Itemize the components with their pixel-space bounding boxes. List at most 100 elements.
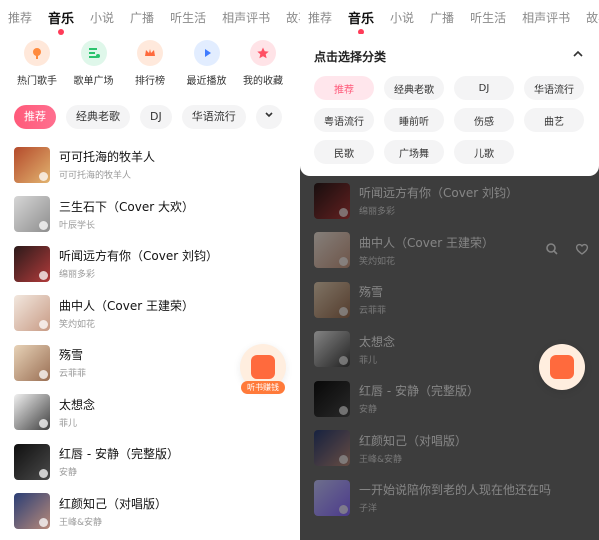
album-cover: [14, 443, 50, 480]
play-icon: [193, 40, 220, 66]
category-chip[interactable]: 儿歌: [454, 140, 514, 164]
quick-links: 热门歌手 歌单广场 排行榜 最近播放 我的收藏: [0, 40, 300, 96]
red-envelope-icon: [251, 355, 275, 379]
list-item[interactable]: 听闻远方有你（Cover 刘钧） 绵丽多彩: [0, 239, 300, 289]
song-artist: 叶辰学长: [59, 220, 96, 231]
list-item[interactable]: 红颜知己（对唱版） 王峰&安静: [0, 487, 300, 537]
playlist-icon: [80, 40, 107, 66]
tab-novel[interactable]: 小说: [82, 9, 122, 26]
song-meta: 红颜知己（对唱版） 王峰&安静: [59, 495, 167, 528]
quick-link-label: 歌单广场: [73, 76, 114, 87]
floating-reward-button[interactable]: [539, 344, 585, 390]
category-chip[interactable]: DJ: [454, 76, 514, 100]
headphone-icon: [39, 419, 48, 429]
song-title: 太想念: [59, 397, 96, 412]
song-artist: 菲儿: [59, 418, 78, 429]
category-chip[interactable]: 伤感: [454, 108, 514, 132]
quick-link-label: 热门歌手: [17, 76, 57, 87]
category-chips: 推荐 经典老歌 DJ 华语流行: [14, 104, 300, 130]
song-artist: 王峰&安静: [59, 517, 103, 528]
song-title: 听闻远方有你（Cover 刘钧）: [59, 249, 218, 264]
category-chip[interactable]: 粤语流行: [314, 108, 374, 132]
quick-link-playlists[interactable]: 歌单广场: [67, 40, 121, 96]
album-cover: [14, 245, 50, 282]
song-meta: 可可托海的牧羊人 可可托海的牧羊人: [59, 148, 155, 181]
quick-link-favorites[interactable]: 我的收藏: [236, 40, 290, 96]
tab-life[interactable]: 听生活: [162, 9, 214, 26]
quick-link-label: 我的收藏: [243, 76, 283, 87]
category-dropdown: 点击选择分类 推荐 经典老歌 DJ 华语流行 粤语流行 睡前听 伤感 曲艺 民歌…: [300, 34, 599, 176]
category-chip[interactable]: 广场舞: [384, 140, 444, 164]
list-item[interactable]: 曲中人（Cover 王建荣） 笑灼如花: [0, 289, 300, 339]
song-title: 红唇 - 安静（完整版）: [59, 447, 179, 462]
category-chip[interactable]: 睡前听: [384, 108, 444, 132]
floating-reward-label: 听书赚钱: [241, 381, 285, 394]
list-item[interactable]: 太想念 菲儿: [0, 388, 300, 438]
top-tabs: 推荐 音乐 小说 广播 听生活 相声评书 故事: [0, 0, 300, 34]
floating-reward-button[interactable]: 听书赚钱: [240, 344, 286, 394]
tab-radio[interactable]: 广播: [422, 9, 462, 26]
song-artist: 云菲菲: [59, 369, 87, 380]
music-page-left: 推荐 音乐 小说 广播 听生活 相声评书 故事 热门歌手 歌单广场: [0, 0, 300, 540]
song-title: 可可托海的牧羊人: [59, 150, 156, 165]
album-cover: [14, 196, 50, 233]
tab-story[interactable]: 故事: [578, 9, 599, 26]
song-title: 曲中人（Cover 王建荣）: [59, 298, 194, 313]
song-title: 殇雪: [59, 348, 84, 363]
song-artist: 绵丽多彩: [59, 270, 96, 281]
app-screen: 推荐 音乐 小说 广播 听生活 相声评书 故事 热门歌手 歌单广场: [0, 0, 599, 540]
category-chip[interactable]: 曲艺: [524, 108, 584, 132]
chip-recommend[interactable]: 推荐: [14, 105, 56, 129]
headphone-icon: [39, 468, 48, 478]
tab-recommend[interactable]: 推荐: [0, 9, 40, 26]
song-meta: 曲中人（Cover 王建荣） 笑灼如花: [59, 297, 194, 330]
quick-link-hot-singers[interactable]: 热门歌手: [10, 40, 64, 96]
tab-story[interactable]: 故事: [278, 9, 300, 26]
category-chip[interactable]: 推荐: [314, 76, 374, 100]
tab-crosstalk[interactable]: 相声评书: [514, 9, 578, 26]
song-artist: 可可托海的牧羊人: [59, 171, 132, 182]
tab-music[interactable]: 音乐: [40, 8, 82, 27]
headphone-icon: [39, 369, 48, 379]
tab-crosstalk[interactable]: 相声评书: [214, 9, 278, 26]
dropdown-title: 点击选择分类: [314, 50, 387, 64]
star-icon: [250, 40, 276, 66]
chip-classic[interactable]: 经典老歌: [66, 105, 130, 129]
category-chip[interactable]: 经典老歌: [384, 76, 444, 100]
chevron-up-icon[interactable]: [571, 46, 585, 60]
song-meta: 红唇 - 安静（完整版） 安静: [59, 445, 179, 478]
tab-life[interactable]: 听生活: [462, 9, 514, 26]
tab-novel[interactable]: 小说: [382, 9, 422, 26]
category-chip[interactable]: 民歌: [314, 140, 374, 164]
song-meta: 太想念 菲儿: [59, 396, 95, 429]
list-item[interactable]: 红唇 - 安静（完整版） 安静: [0, 437, 300, 487]
crown-icon: [137, 40, 163, 66]
chevron-down-icon[interactable]: [255, 105, 282, 129]
song-meta: 三生石下（Cover 大欢） 叶辰学长: [59, 198, 194, 231]
quick-link-recent[interactable]: 最近播放: [180, 40, 234, 96]
album-cover: [14, 295, 50, 332]
chip-mandopop[interactable]: 华语流行: [181, 105, 246, 129]
tab-radio[interactable]: 广播: [122, 9, 162, 26]
tab-recommend[interactable]: 推荐: [300, 9, 340, 26]
headphone-icon: [39, 221, 48, 231]
song-meta: 殇雪 云菲菲: [59, 346, 86, 379]
chip-dj[interactable]: DJ: [140, 105, 172, 129]
album-cover: [14, 493, 50, 530]
quick-link-rank[interactable]: 排行榜: [123, 40, 177, 96]
category-grid: 推荐 经典老歌 DJ 华语流行 粤语流行 睡前听 伤感 曲艺 民歌 广场舞 儿歌: [314, 76, 585, 164]
list-item[interactable]: 可可托海的牧羊人 可可托海的牧羊人: [0, 140, 300, 190]
song-title: 红颜知己（对唱版）: [59, 496, 168, 511]
album-cover: [14, 344, 50, 381]
song-meta: 听闻远方有你（Cover 刘钧） 绵丽多彩: [59, 247, 218, 280]
tab-music[interactable]: 音乐: [340, 8, 382, 27]
top-tabs: 推荐 音乐 小说 广播 听生活 相声评书 故事: [300, 0, 599, 34]
list-item[interactable]: 三生石下（Cover 大欢） 叶辰学长: [0, 190, 300, 240]
quick-link-label: 最近播放: [186, 76, 227, 87]
song-title: 三生石下（Cover 大欢）: [59, 199, 194, 214]
red-envelope-icon: [550, 355, 574, 379]
song-artist: 安静: [59, 468, 78, 479]
song-artist: 笑灼如花: [59, 319, 96, 330]
category-chip[interactable]: 华语流行: [524, 76, 584, 100]
album-cover: [14, 394, 50, 431]
